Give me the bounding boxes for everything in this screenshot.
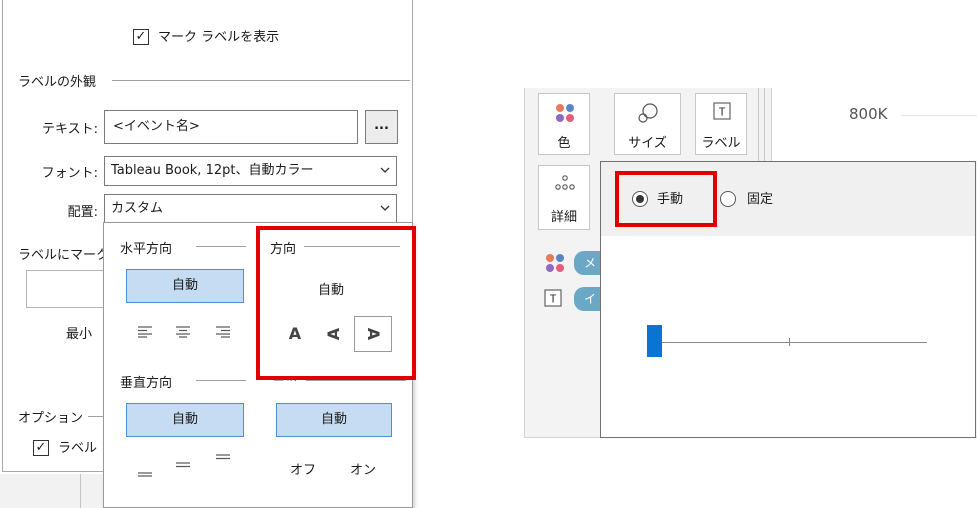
- alignment-label: 配置:: [67, 205, 98, 220]
- align-left-icon[interactable]: [138, 326, 152, 338]
- size-card[interactable]: サイズ: [614, 93, 681, 155]
- detail-card[interactable]: 詳細: [538, 165, 590, 230]
- detail-dots-icon: [555, 175, 575, 190]
- size-popup: 手動 固定: [600, 161, 976, 438]
- chevron-down-icon: [380, 167, 390, 173]
- shelf-divider: [758, 88, 759, 161]
- shelf-divider: [764, 88, 765, 161]
- horizontal-title: 水平方向: [120, 242, 173, 257]
- align-right-icon[interactable]: [216, 326, 230, 338]
- label-marks-heading: ラベルにマーク: [18, 248, 103, 263]
- svg-text:T: T: [719, 106, 726, 119]
- fixed-label: 固定: [747, 192, 774, 207]
- size-circles-icon: [638, 103, 658, 123]
- size-slider-tick: [789, 338, 790, 346]
- alignment-value: カスタム: [111, 201, 164, 216]
- label-marks-box[interactable]: [26, 270, 103, 308]
- align-middle-icon[interactable]: [176, 459, 190, 471]
- options-section-title: オプション: [18, 411, 84, 426]
- wrap-off-option[interactable]: オフ: [290, 459, 316, 478]
- label-t-icon: T: [544, 289, 562, 307]
- vertical-title: 垂直方向: [120, 376, 173, 391]
- label-card-label: ラベル: [701, 136, 741, 151]
- appearance-section-title: ラベルの外観: [18, 75, 97, 90]
- size-slider-track[interactable]: [659, 342, 927, 343]
- text-field[interactable]: <イベント名>: [104, 110, 358, 144]
- label-t-icon: T: [713, 102, 731, 120]
- color-dots-icon: [556, 104, 574, 122]
- show-mark-labels-label: マーク ラベルを表示: [158, 30, 280, 45]
- view-area: [771, 88, 977, 161]
- align-center-icon[interactable]: [176, 326, 190, 338]
- size-card-label: サイズ: [628, 136, 667, 151]
- svg-text:T: T: [550, 293, 557, 306]
- edit-text-button[interactable]: ...: [365, 110, 398, 144]
- wrap-on-option[interactable]: オン: [350, 459, 376, 478]
- format-label-panel: ✓ マーク ラベルを表示 ラベルの外観 テキスト: <イベント名> ... フォ…: [0, 0, 416, 508]
- options-checkbox[interactable]: ✓: [33, 440, 49, 456]
- gridline: [901, 115, 977, 116]
- alignment-popup: 水平方向 自動 垂直方向 自動 ラップ 自動 オフ オン 方向 自動 A A A: [103, 222, 416, 508]
- wrap-auto-button[interactable]: 自動: [276, 403, 392, 437]
- section-divider: [196, 246, 246, 247]
- font-dropdown[interactable]: Tableau Book, 12pt、自動カラー: [104, 156, 397, 186]
- fixed-radio[interactable]: [720, 191, 736, 207]
- color-card[interactable]: 色: [538, 93, 590, 155]
- color-card-label: 色: [557, 136, 571, 151]
- font-value: Tableau Book, 12pt、自動カラー: [111, 163, 314, 178]
- color-dots-icon: [546, 254, 564, 272]
- divider-line: [80, 474, 81, 508]
- section-divider: [88, 416, 103, 417]
- vertical-auto-button[interactable]: 自動: [126, 403, 244, 437]
- size-slider-thumb[interactable]: [647, 325, 662, 357]
- highlight-box: [615, 171, 717, 227]
- detail-card-label: 詳細: [550, 210, 577, 225]
- font-label: フォント:: [41, 166, 98, 181]
- marks-panel: 800K 色 サイズ T ラベル 詳細 メ T イ 手動 固定: [524, 88, 977, 438]
- section-divider: [196, 380, 246, 381]
- section-divider: [306, 380, 406, 381]
- align-top-icon[interactable]: [216, 454, 230, 466]
- min-label: 最小: [66, 327, 93, 342]
- horizontal-auto-button[interactable]: 自動: [126, 269, 244, 303]
- section-divider: [112, 80, 410, 81]
- text-label: テキスト:: [42, 122, 98, 137]
- align-bottom-icon[interactable]: [138, 465, 152, 477]
- alignment-dropdown[interactable]: カスタム: [104, 194, 397, 224]
- axis-tick-label: 800K: [849, 105, 888, 123]
- chevron-down-icon: [380, 205, 390, 211]
- highlight-box: [256, 226, 416, 380]
- view-divider: [771, 88, 772, 161]
- show-mark-labels-checkbox[interactable]: ✓: [133, 29, 149, 45]
- options-checkbox-label: ラベル: [58, 441, 98, 456]
- label-card[interactable]: T ラベル: [695, 93, 747, 155]
- background-strip: [0, 474, 103, 508]
